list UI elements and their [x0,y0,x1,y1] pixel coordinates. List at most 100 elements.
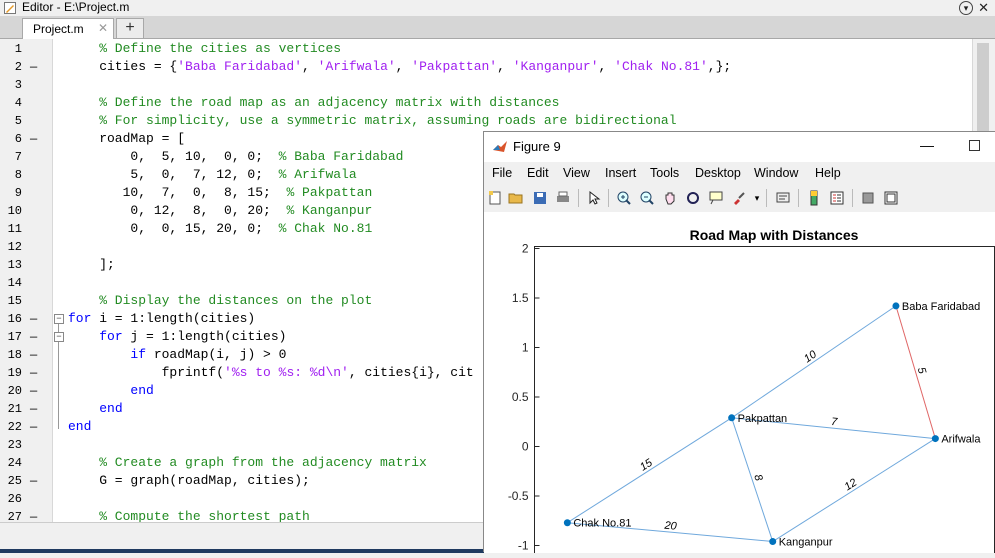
code-token: % Display the distances on the plot [68,293,373,308]
pan-icon[interactable] [662,190,678,206]
code-token: G = graph(roadMap, cities); [68,473,310,488]
code-line[interactable]: 2 — cities = {'Baba Faridabad', 'Arifwala… [0,58,970,76]
figure-window[interactable]: Figure 9 — File Edit View Insert Tools D… [483,131,995,557]
breakpoint-marker[interactable]: — [30,58,37,76]
maximize-button[interactable] [969,140,980,151]
line-number: 25 [7,474,22,488]
breakpoint-marker[interactable]: — [30,382,37,400]
breakpoint-marker[interactable]: — [30,310,37,328]
menu-item-tools[interactable]: Tools [650,166,679,180]
graph-node[interactable] [769,538,777,546]
plot-area[interactable]: Road Map with Distances 2 1.5 1 0.5 0 -0.5 -1 … [484,212,995,557]
code-token: 'Arifwala' [317,59,396,74]
line-number: 5 [14,114,22,128]
toolbar-separator [578,189,579,207]
code-token: 'Kanganpur' [512,59,599,74]
add-tab-button[interactable]: + [116,18,144,38]
tab-project-m[interactable]: Project.m ✕ [22,18,114,39]
line-number: 13 [7,258,22,272]
code-token: % For simplicity, use a symmetric matrix… [68,113,677,128]
figure-titlebar: Figure 9 — [484,132,995,162]
tab-label: Project.m [33,22,84,36]
code-token: if [130,347,147,362]
y-tick-label: 1.5 [512,291,529,305]
y-tick-label: -1 [518,539,529,553]
y-tick-label: 0.5 [512,390,529,404]
line-number: 9 [14,186,22,200]
menu-item-file[interactable]: File [492,166,512,180]
breakpoint-marker[interactable]: — [30,346,37,364]
code-line[interactable]: 5 % For simplicity, use a symmetric matr… [0,112,970,130]
breakpoint-marker[interactable]: — [30,364,37,382]
options-menu-icon[interactable]: ▾ [959,1,973,15]
breakpoint-marker[interactable]: — [30,328,37,346]
line-number: 11 [7,222,22,236]
dock-icon[interactable] [883,190,899,206]
link-icon[interactable] [775,190,791,206]
road-map-chart[interactable]: Road Map with Distances 21.510.50-0.5-1 … [484,212,995,557]
toolbar-separator [798,189,799,207]
brush-icon[interactable] [731,190,747,206]
code-token: 0, 5, 10, 0, 0; [68,149,279,164]
code-text: % Define the road map as an adjacency ma… [68,94,559,112]
code-token: % Baba Faridabad [278,149,404,164]
code-line[interactable]: 1 % Define the cities as vertices [0,40,970,58]
axes-box [534,246,995,557]
new-figure-icon[interactable] [487,190,503,206]
hide-tools-icon[interactable] [860,190,876,206]
menu-item-window[interactable]: Window [754,166,798,180]
menu-item-desktop[interactable]: Desktop [695,166,741,180]
node-label: Chak No.81 [573,518,631,530]
breakpoint-marker[interactable]: — [30,418,37,436]
pointer-icon[interactable] [586,190,602,206]
zoom-in-icon[interactable] [616,190,632,206]
code-text: for j = 1:length(cities) [68,328,286,346]
graph-node[interactable] [728,414,736,422]
code-line[interactable]: 4 % Define the road map as an adjacency … [0,94,970,112]
code-token: % Pakpattan [286,185,373,200]
breakpoint-marker[interactable]: — [30,130,37,148]
minimize-button[interactable]: — [920,137,934,153]
code-token: % Define the cities as vertices [68,41,342,56]
line-number: 15 [7,294,22,308]
fold-toggle-icon[interactable]: − [54,332,64,342]
data-cursor-icon[interactable] [708,190,724,206]
code-token: ]; [68,257,115,272]
colorbar-icon[interactable] [806,190,822,206]
open-icon[interactable] [508,190,524,206]
breakpoint-marker[interactable]: — [30,400,37,418]
brush-dropdown-icon[interactable]: ▾ [749,190,765,206]
fold-toggle-icon[interactable]: − [54,314,64,324]
scrollbar-thumb[interactable] [977,43,989,133]
menu-item-insert[interactable]: Insert [605,166,636,180]
code-token: , [497,59,513,74]
graph-node[interactable] [892,302,900,310]
print-icon[interactable] [555,190,571,206]
graph-node[interactable] [931,435,939,443]
line-number: 22 [7,420,22,434]
save-icon[interactable] [532,190,548,206]
code-text: % Create a graph from the adjacency matr… [68,454,427,472]
code-line[interactable]: 3 [0,76,970,94]
rotate-icon[interactable] [685,190,701,206]
code-text: end [68,418,91,436]
menu-item-edit[interactable]: Edit [527,166,549,180]
legend-icon[interactable] [829,190,845,206]
toolbar-separator [766,189,767,207]
node-label: Baba Faridabad [902,301,980,313]
breakpoint-marker[interactable]: — [30,472,37,490]
window-title: Editor - E:\Project.m [22,0,130,14]
line-number: 1 [14,42,22,56]
menu-item-view[interactable]: View [563,166,590,180]
menu-item-help[interactable]: Help [815,166,841,180]
zoom-out-icon[interactable] [639,190,655,206]
code-token: roadMap = [ [68,131,186,146]
graph-node[interactable] [563,519,571,527]
y-tick-label: -0.5 [508,489,529,503]
close-icon[interactable]: ✕ [978,0,989,15]
code-token: end [68,419,92,434]
node-label: Kanganpur [779,537,833,549]
tab-close-icon[interactable]: ✕ [98,21,108,35]
code-token: , [302,59,318,74]
line-number: 20 [7,384,22,398]
